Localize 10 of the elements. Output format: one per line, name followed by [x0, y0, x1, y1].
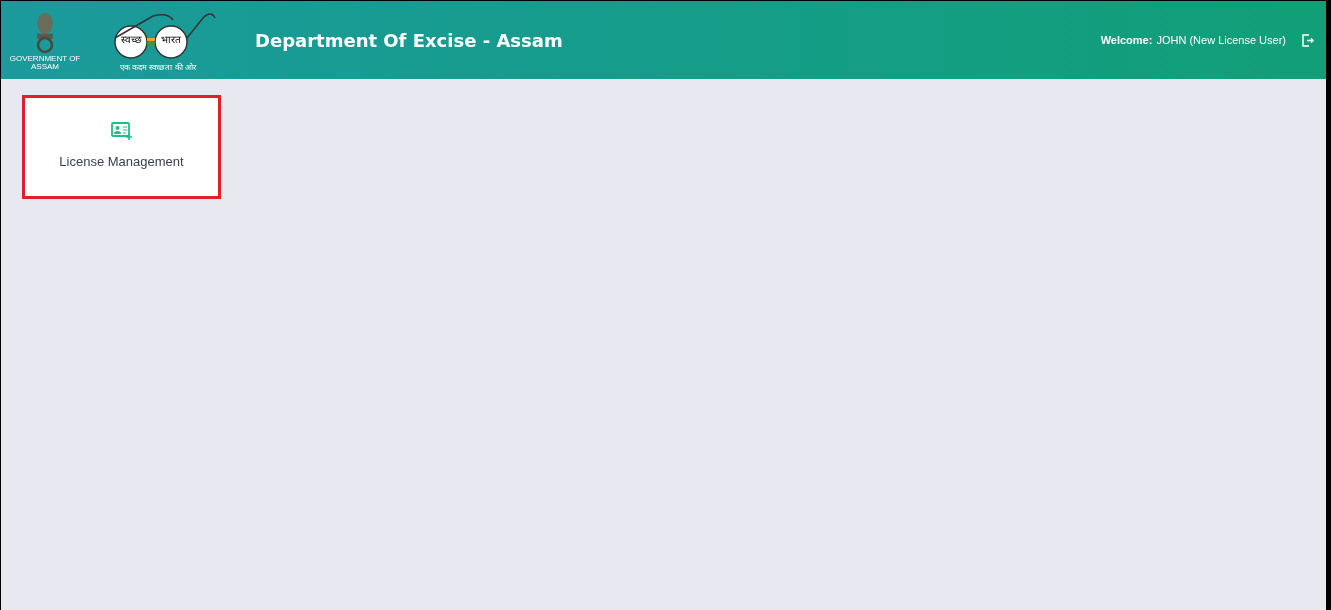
emblem-caption: GOVERNMENT OF ASSAM	[9, 55, 81, 71]
logo-word: स्वच्छ	[119, 35, 143, 45]
welcome-user: JOHN (New License User)	[1156, 32, 1286, 48]
module-tile[interactable]: License Management	[22, 95, 221, 199]
welcome-label: Welcome:	[1100, 32, 1153, 48]
page-title: Department Of Excise - Assam	[255, 28, 563, 53]
logout-icon[interactable]	[1302, 33, 1314, 47]
id-card-icon	[110, 122, 133, 141]
logo-word: भारत	[160, 35, 182, 45]
logo-tagline: एक कदम स्वच्छता की ओर	[120, 64, 196, 72]
